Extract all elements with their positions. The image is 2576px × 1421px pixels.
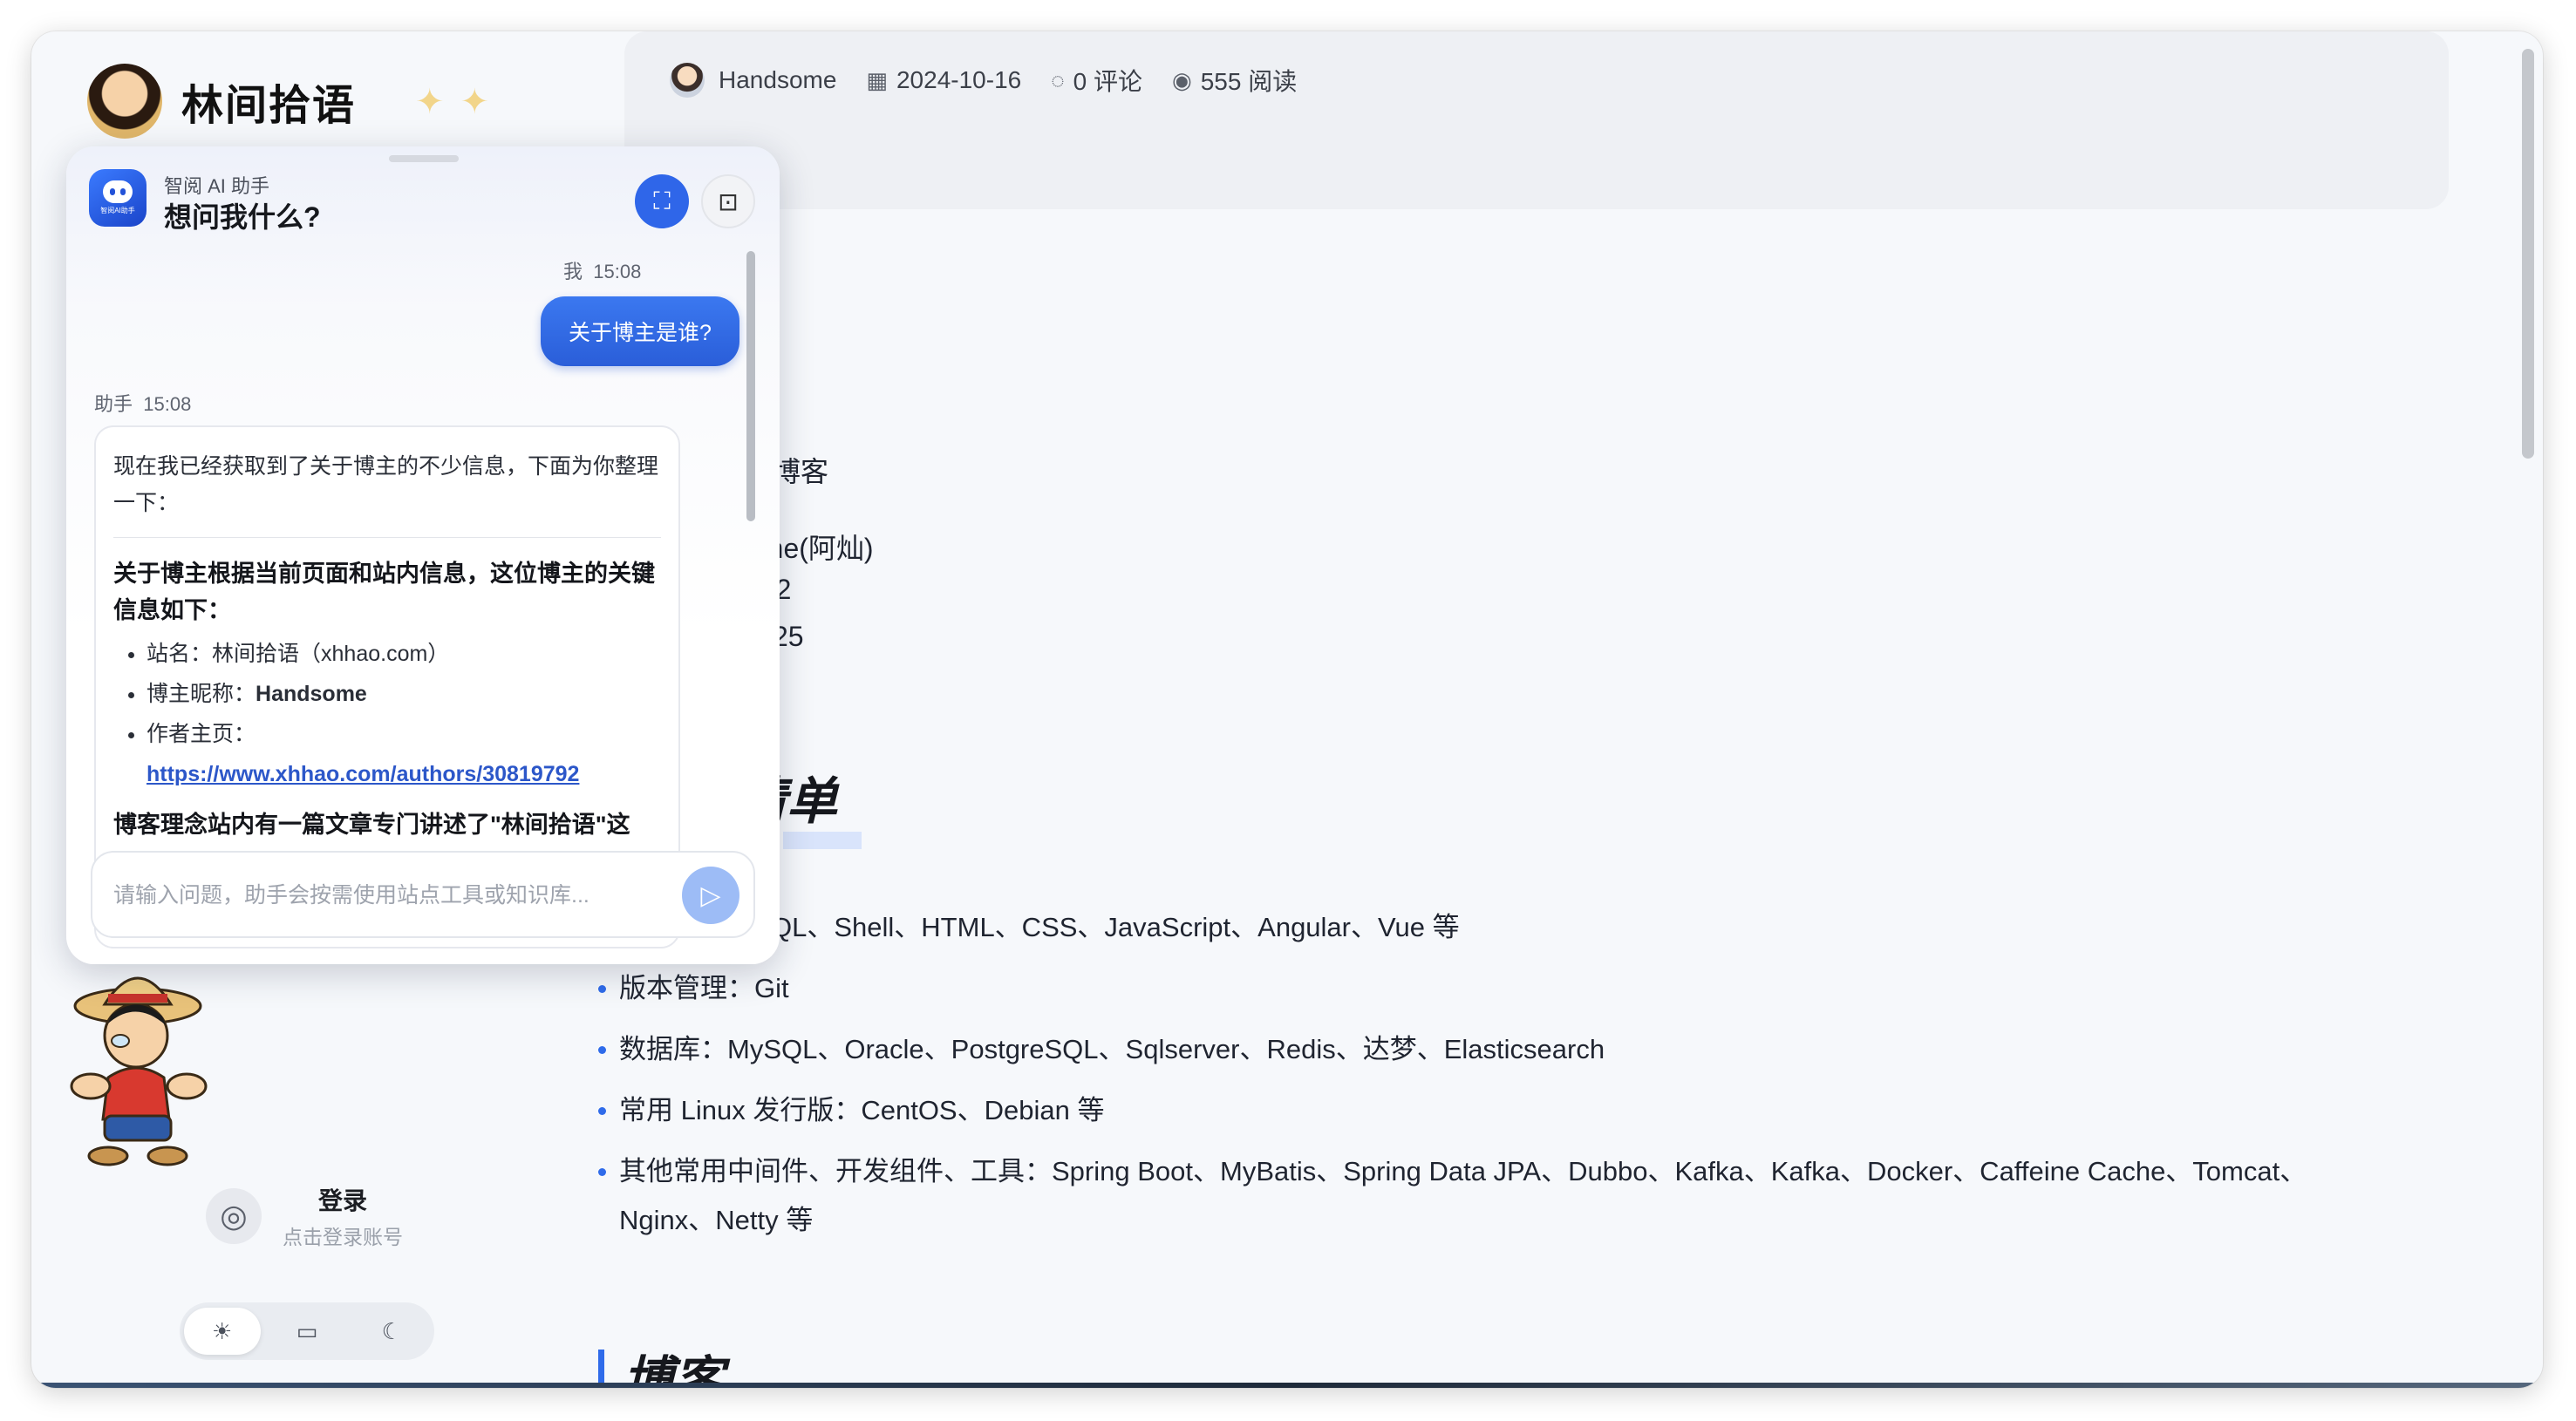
assistant-logo-icon: 智阅AI助手 bbox=[89, 169, 147, 227]
new-chat-button[interactable]: ⊡ bbox=[701, 174, 755, 228]
site-name: 林间拾语 bbox=[181, 83, 357, 129]
login-subtitle: 点击登录账号 bbox=[283, 1226, 403, 1248]
light-mode-sun-icon[interactable]: ☀ bbox=[183, 1308, 261, 1355]
send-icon: ▷ bbox=[700, 880, 721, 910]
system-mode-monitor-icon[interactable]: ▭ bbox=[269, 1308, 345, 1355]
comment-icon: ◌ bbox=[1051, 66, 1065, 93]
list-item: 博主昵称：Handsome bbox=[147, 674, 661, 714]
list-item: 其他常用中间件、开发组件、工具：Spring Boot、MyBatis、Spri… bbox=[598, 1147, 2328, 1245]
send-button[interactable]: ▷ bbox=[682, 867, 739, 924]
drag-handle[interactable] bbox=[389, 155, 459, 162]
calendar-icon: ▦ bbox=[866, 66, 888, 93]
author-homepage-link[interactable]: https://www.xhhao.com/authors/30819792 bbox=[147, 762, 579, 786]
chat-input[interactable] bbox=[112, 870, 656, 921]
section-title-blog: 博客 bbox=[623, 1352, 725, 1388]
meta-author[interactable]: Handsome bbox=[670, 63, 836, 98]
assistant-text-tail: 博客理念站内有一篇文章专门讲述了"林间拾语"这 bbox=[113, 812, 630, 838]
sparkle-decoration-icon: ✦✦ bbox=[415, 83, 506, 121]
ai-assistant-panel: 智阅AI助手 智阅 AI 助手 想问我什么? ⛶ ⊡ 我 15:08 关于博主是… bbox=[66, 146, 780, 964]
expand-button[interactable]: ⛶ bbox=[635, 174, 689, 228]
article-meta-card: Handsome ▦ 2024-10-16 ◌ 0 评论 ◉ 555 阅读 bbox=[624, 31, 2449, 209]
assistant-info-list: 站名：林间拾语（xhhao.com） 博主昵称：Handsome 作者主页：ht… bbox=[113, 634, 661, 794]
bottom-edge bbox=[31, 1383, 2543, 1388]
page-scrollbar[interactable] bbox=[2522, 49, 2534, 459]
theme-switcher: ☀ ▭ ☾ bbox=[180, 1302, 434, 1360]
site-logo bbox=[87, 64, 162, 139]
eye-icon: ◉ bbox=[1172, 66, 1192, 93]
assistant-message-meta: 助手 15:08 bbox=[94, 393, 192, 415]
author-avatar bbox=[670, 63, 705, 98]
skills-list: ava、Go、SQL、Shell、HTML、CSS、JavaScript、Ang… bbox=[589, 903, 2328, 1257]
assistant-heading: 关于博主根据当前页面和站内信息，这位博主的关键信息如下： bbox=[113, 561, 655, 623]
login-title: 登录 bbox=[317, 1187, 367, 1214]
meta-date: ▦ 2024-10-16 bbox=[866, 66, 1022, 93]
site-header[interactable]: 林间拾语 bbox=[87, 64, 357, 139]
title-highlight bbox=[783, 832, 862, 849]
meta-comments[interactable]: ◌ 0 评论 bbox=[1051, 63, 1142, 98]
login-entry[interactable]: ◎ 登录 点击登录账号 bbox=[206, 1182, 403, 1250]
expand-icon: ⛶ bbox=[653, 187, 671, 214]
list-item: 版本管理：Git bbox=[598, 964, 2328, 1013]
list-item: 常用 Linux 发行版：CentOS、Debian 等 bbox=[598, 1086, 2328, 1135]
list-item: 站名：林间拾语（xhhao.com） bbox=[147, 634, 661, 674]
meta-views: ◉ 555 阅读 bbox=[1172, 66, 1298, 96]
dark-mode-moon-icon[interactable]: ☾ bbox=[353, 1308, 430, 1355]
list-item: ava、Go、SQL、Shell、HTML、CSS、JavaScript、Ang… bbox=[598, 903, 2328, 952]
browser-window: 林间拾语 ✦✦ ◎ 登录 点击登录账号 ☀ ▭ ☾ Handsome ▦ 202… bbox=[31, 31, 2543, 1388]
assistant-prompt-title: 想问我什么? bbox=[164, 201, 321, 233]
user-avatar-icon: ◎ bbox=[206, 1188, 262, 1244]
list-item: 数据库：MySQL、Oracle、PostgreSQL、Sqlserver、Re… bbox=[598, 1025, 2328, 1074]
chat-input-box: ▷ bbox=[91, 851, 755, 938]
mascot-illustration bbox=[70, 976, 208, 1166]
user-message-bubble: 关于博主是谁? bbox=[541, 296, 739, 366]
user-message-meta: 我 15:08 bbox=[563, 261, 642, 282]
list-item: 作者主页：https://www.xhhao.com/authors/30819… bbox=[147, 714, 661, 794]
assistant-intro-text: 现在我已经获取到了关于博主的不少信息，下面为你整理一下： bbox=[113, 454, 659, 515]
article-content: Handsome ▦ 2024-10-16 ◌ 0 评论 ◉ 555 阅读 的博… bbox=[589, 31, 2543, 1388]
article-meta: Handsome ▦ 2024-10-16 ◌ 0 评论 ◉ 555 阅读 bbox=[670, 63, 1326, 98]
chat-scrollbar[interactable] bbox=[746, 251, 755, 521]
new-chat-icon: ⊡ bbox=[718, 187, 739, 215]
